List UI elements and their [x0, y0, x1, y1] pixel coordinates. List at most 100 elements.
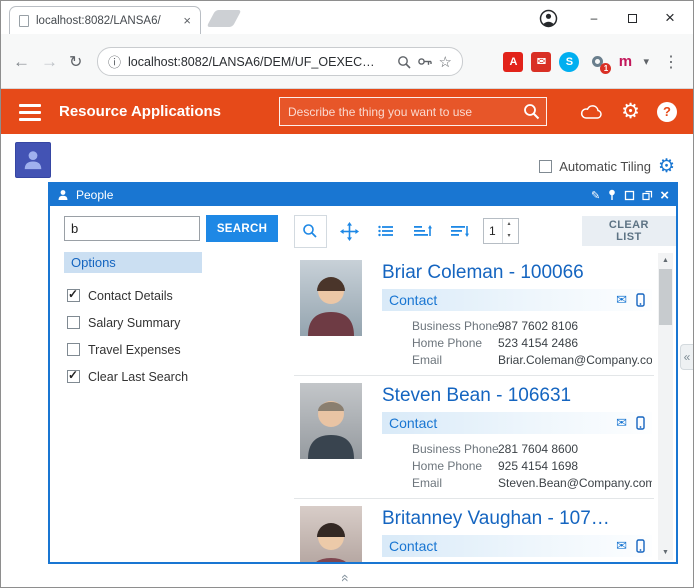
- settings-gear-icon[interactable]: ⚙: [621, 99, 640, 124]
- search-icon[interactable]: [523, 103, 540, 120]
- email-line: EmailBriar.Coleman@Company.com: [412, 352, 652, 369]
- window-controls: – ×: [529, 3, 689, 33]
- email-icon[interactable]: ✉: [616, 292, 627, 308]
- move-icon[interactable]: [336, 216, 364, 246]
- mail-extension-icon[interactable]: ✉: [531, 52, 551, 72]
- browser-menu-icon[interactable]: ⋮: [663, 34, 679, 89]
- automatic-tiling-control: Automatic Tiling ⚙: [539, 155, 675, 178]
- spin-down-icon[interactable]: ▾: [503, 231, 515, 243]
- list-item[interactable]: Steven Bean - 106631 Contact ✉ Business …: [294, 376, 654, 499]
- email-icon[interactable]: ✉: [616, 415, 627, 431]
- phone-icon[interactable]: [636, 293, 645, 307]
- person-name[interactable]: Briar Coleman - 100066: [382, 262, 652, 284]
- contact-section-header: Contact ✉: [382, 289, 652, 311]
- edit-icon[interactable]: ✎: [591, 189, 600, 202]
- scroll-down-icon[interactable]: ▼: [658, 545, 673, 560]
- browser-window: localhost:8082/LANSA6/ × – × ← → ↻ ⓘ loc…: [0, 0, 694, 588]
- phone-icon[interactable]: [636, 539, 645, 553]
- list-toolbar: ▴ ▾ CLEAR LIST: [294, 213, 676, 249]
- field-label: Email: [412, 475, 498, 492]
- search-button[interactable]: SEARCH: [206, 215, 278, 242]
- contact-section-header: Contact ✉: [382, 412, 652, 434]
- tiling-settings-gear-icon[interactable]: ⚙: [658, 155, 675, 178]
- scroll-thumb[interactable]: [659, 269, 672, 325]
- notifier-extension-icon[interactable]: 1: [587, 52, 607, 72]
- collapse-right-icon[interactable]: «: [680, 344, 693, 370]
- people-app-icon[interactable]: [15, 142, 51, 178]
- option-label: Travel Expenses: [88, 343, 181, 357]
- people-search-input[interactable]: [64, 216, 200, 241]
- address-bar[interactable]: ⓘ localhost:8082/LANSA6/DEM/UF_OEXEC… ☆: [97, 47, 463, 76]
- app-search-box[interactable]: [279, 97, 547, 126]
- contact-section-label: Contact: [389, 538, 616, 554]
- person-photo: [300, 383, 362, 459]
- maximize-icon: [628, 14, 637, 23]
- list-item[interactable]: Briar Coleman - 100066 Contact ✉ Busines…: [294, 253, 654, 376]
- person-name[interactable]: Steven Bean - 106631: [382, 385, 652, 407]
- forward-button[interactable]: →: [41, 34, 58, 89]
- help-icon[interactable]: ?: [657, 102, 677, 122]
- page-number-input[interactable]: [484, 219, 502, 243]
- reload-button[interactable]: ↻: [69, 34, 82, 89]
- scrollbar[interactable]: ▲ ▼: [658, 253, 673, 560]
- option-clear-last-search[interactable]: Clear Last Search: [67, 363, 188, 390]
- minimize-button[interactable]: –: [575, 3, 613, 33]
- option-contact-details[interactable]: Contact Details: [67, 282, 188, 309]
- maximize-button[interactable]: [613, 3, 651, 33]
- scroll-up-icon[interactable]: ▲: [658, 253, 673, 268]
- new-tab-button[interactable]: [206, 10, 241, 27]
- maximize-icon[interactable]: [624, 190, 635, 201]
- spinner-arrows[interactable]: ▴ ▾: [502, 219, 515, 243]
- person-photo: [300, 506, 362, 562]
- contact-section-label: Contact: [389, 292, 616, 308]
- people-list: Briar Coleman - 100066 Contact ✉ Busines…: [294, 253, 654, 562]
- url-text[interactable]: localhost:8082/LANSA6/DEM/UF_OEXEC…: [128, 55, 390, 69]
- option-travel-expenses[interactable]: Travel Expenses: [67, 336, 188, 363]
- app-search-input[interactable]: [280, 105, 523, 119]
- m-extension-icon[interactable]: m: [615, 52, 635, 72]
- back-button[interactable]: ←: [13, 34, 30, 89]
- list-view-icon[interactable]: [373, 216, 401, 246]
- list-item[interactable]: Britanney Vaughan - 107… Contact ✉ Busin…: [294, 499, 654, 562]
- checkbox[interactable]: [67, 343, 80, 356]
- tile-icon[interactable]: [642, 190, 653, 201]
- field-label: Home Phone: [412, 458, 498, 475]
- pin-icon[interactable]: [607, 189, 617, 201]
- hamburger-menu-icon[interactable]: [19, 104, 41, 121]
- page-spinner[interactable]: ▴ ▾: [483, 218, 519, 244]
- sort-descending-icon[interactable]: [446, 216, 474, 246]
- list-search-button[interactable]: [294, 215, 327, 248]
- sort-ascending-icon[interactable]: [409, 216, 437, 246]
- collapse-bottom-icon[interactable]: «: [338, 558, 354, 588]
- spin-up-icon[interactable]: ▴: [503, 219, 515, 231]
- skype-extension-icon[interactable]: S: [559, 52, 579, 72]
- phone-icon[interactable]: [636, 416, 645, 430]
- key-icon[interactable]: [418, 57, 432, 66]
- people-window-titlebar[interactable]: People ✎ ×: [50, 184, 676, 206]
- checkbox[interactable]: [67, 289, 80, 302]
- person-name[interactable]: Britanney Vaughan - 107…: [382, 508, 652, 530]
- checkbox[interactable]: [67, 370, 80, 383]
- option-salary-summary[interactable]: Salary Summary: [67, 309, 188, 336]
- pdf-extension-icon[interactable]: A: [503, 52, 523, 72]
- close-icon[interactable]: ×: [660, 187, 669, 204]
- bookmark-star-icon[interactable]: ☆: [439, 53, 452, 71]
- people-window-body: SEARCH Options Contact Details Salary Su…: [50, 206, 676, 562]
- extensions-area: A ✉ S 1 m ▾: [503, 34, 649, 89]
- clear-list-button[interactable]: CLEAR LIST: [582, 216, 676, 246]
- window-close-button[interactable]: ×: [651, 3, 689, 33]
- profile-icon[interactable]: [529, 3, 567, 33]
- extensions-overflow-icon[interactable]: ▾: [643, 55, 649, 68]
- app-header: Resource Applications ⚙ ?: [1, 89, 693, 134]
- zoom-icon[interactable]: [397, 55, 411, 69]
- browser-tab[interactable]: localhost:8082/LANSA6/ ×: [9, 6, 201, 34]
- cloud-icon[interactable]: [580, 103, 604, 120]
- tab-close-icon[interactable]: ×: [183, 13, 191, 28]
- email-icon[interactable]: ✉: [616, 538, 627, 554]
- workspace: Automatic Tiling ⚙ People ✎: [1, 134, 693, 587]
- checkbox[interactable]: [67, 316, 80, 329]
- site-info-icon[interactable]: ⓘ: [108, 52, 121, 71]
- automatic-tiling-checkbox[interactable]: [539, 160, 552, 173]
- extension-badge: 1: [600, 63, 611, 74]
- page-icon: [19, 15, 29, 27]
